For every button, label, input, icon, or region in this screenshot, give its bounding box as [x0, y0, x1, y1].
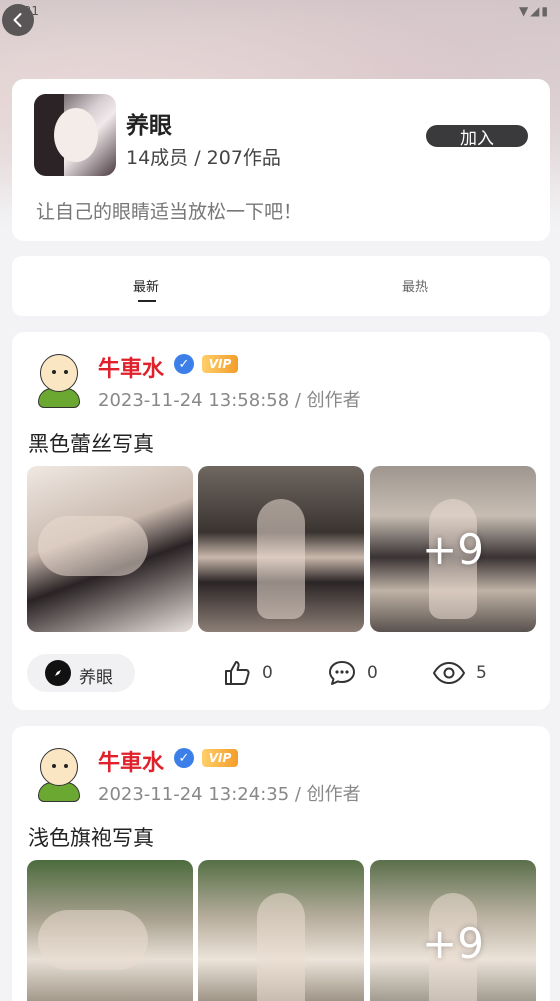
- group-stats: 14成员 / 207作品: [126, 147, 281, 169]
- group-name: 养眼: [126, 113, 172, 139]
- group-description: 让自己的眼睛适当放松一下吧！: [36, 201, 303, 223]
- group-info-card: 养眼 14成员 / 207作品 加入 让自己的眼睛适当放松一下吧！: [12, 79, 550, 241]
- group-avatar: [34, 94, 116, 176]
- post-image[interactable]: [27, 466, 193, 632]
- avatar-eye: [64, 764, 68, 768]
- group-tag-label: 养眼: [79, 668, 113, 688]
- avatar-face: [54, 108, 98, 162]
- group-tag-chip[interactable]: 养眼: [27, 654, 135, 692]
- vip-badge: VIP: [202, 749, 238, 767]
- post-image[interactable]: [198, 466, 364, 632]
- author-name[interactable]: 牛車水: [98, 351, 164, 383]
- post-card[interactable]: 牛車水 ✓ VIP 2023-11-24 13:58:58 / 创作者 黑色蕾丝…: [12, 332, 550, 710]
- author-avatar[interactable]: [32, 744, 84, 804]
- vip-badge: VIP: [202, 355, 238, 373]
- image-figure: [257, 499, 305, 620]
- tab-active-indicator: [138, 300, 156, 302]
- author-name[interactable]: 牛車水: [98, 745, 164, 777]
- view-count: 5: [476, 663, 487, 683]
- avatar-head: [40, 748, 78, 786]
- post-image[interactable]: +9: [370, 860, 536, 1001]
- like-count: 0: [262, 663, 273, 683]
- post-meta: 2023-11-24 13:24:35 / 创作者: [98, 784, 361, 805]
- feed-tabs: 最新 最热: [12, 256, 550, 316]
- comment-count: 0: [367, 663, 378, 683]
- like-button[interactable]: 0: [222, 658, 273, 688]
- back-button[interactable]: [2, 4, 34, 36]
- post-meta: 2023-11-24 13:58:58 / 创作者: [98, 390, 361, 411]
- image-figure: [38, 909, 149, 970]
- image-figure: [38, 515, 149, 576]
- avatar-eye: [64, 370, 68, 374]
- thumbs-up-icon: [225, 661, 250, 685]
- chevron-left-icon: [13, 13, 22, 27]
- post-title[interactable]: 浅色旗袍写真: [28, 822, 154, 852]
- post-image[interactable]: [27, 860, 193, 1001]
- post-title[interactable]: 黑色蕾丝写真: [28, 428, 154, 458]
- post-image[interactable]: [198, 860, 364, 1001]
- comment-button[interactable]: 0: [327, 658, 378, 688]
- author-avatar[interactable]: [32, 350, 84, 410]
- verified-icon: ✓: [174, 354, 194, 374]
- avatar-eye: [52, 370, 56, 374]
- avatar-eye: [52, 764, 56, 768]
- compass-icon: [45, 660, 71, 686]
- tab-latest[interactable]: 最新: [133, 276, 159, 295]
- view-count-indicator: 5: [432, 658, 487, 688]
- verified-icon: ✓: [174, 748, 194, 768]
- status-icons: ▼◢▮: [518, 4, 550, 18]
- join-button[interactable]: 加入: [426, 125, 528, 149]
- status-bar: 9:31 ▼◢▮: [0, 0, 560, 24]
- post-image[interactable]: +9: [370, 466, 536, 632]
- eye-icon: [433, 662, 465, 684]
- more-images-count: +9: [422, 524, 484, 574]
- post-card[interactable]: 牛車水 ✓ VIP 2023-11-24 13:24:35 / 创作者 浅色旗袍…: [12, 726, 550, 1001]
- more-images-count: +9: [422, 918, 484, 968]
- avatar-head: [40, 354, 78, 392]
- image-figure: [257, 893, 305, 1001]
- comment-icon: [329, 661, 355, 685]
- tab-hottest[interactable]: 最热: [402, 276, 428, 295]
